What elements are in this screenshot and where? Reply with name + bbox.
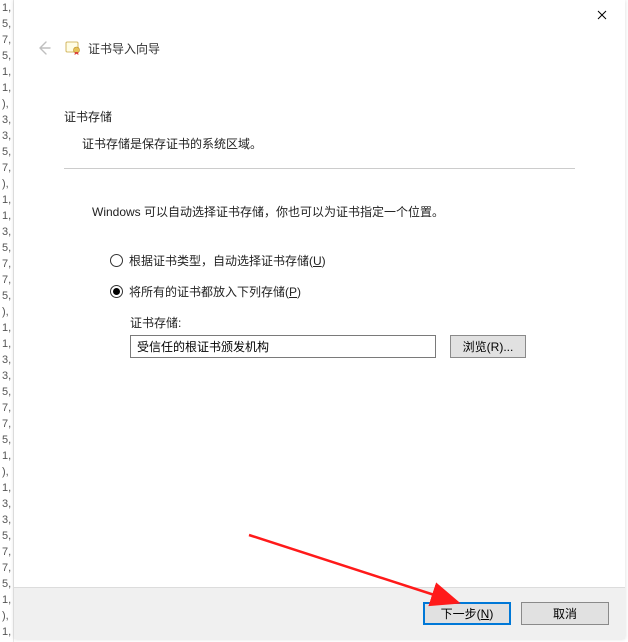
certificate-store-input[interactable]	[130, 335, 436, 358]
radio-auto-select-store[interactable]: 根据证书类型，自动选择证书存储(U)	[110, 252, 575, 269]
background-editor-gutter: 1,5,7,5,1,1,),3,3,5,7,),1,1,3,5,7,7,5,),…	[0, 0, 14, 642]
next-button[interactable]: 下一步(N)	[423, 602, 511, 625]
wizard-header: 证书导入向导	[14, 30, 625, 74]
browse-button[interactable]: 浏览(R)...	[450, 335, 526, 358]
section-heading: 证书存储	[64, 108, 575, 125]
radio-icon	[110, 254, 123, 267]
radio-auto-label: 根据证书类型，自动选择证书存储(U)	[129, 252, 326, 269]
back-button[interactable]	[32, 36, 56, 60]
wizard-content: 证书存储 证书存储是保存证书的系统区域。 Windows 可以自动选择证书存储，…	[14, 74, 625, 587]
radio-place-all-in-store[interactable]: 将所有的证书都放入下列存储(P)	[110, 283, 575, 300]
certificate-store-section: 证书存储: 浏览(R)...	[130, 314, 575, 358]
close-icon	[597, 10, 607, 20]
back-arrow-icon	[35, 39, 53, 57]
radio-group: 根据证书类型，自动选择证书存储(U) 将所有的证书都放入下列存储(P)	[110, 252, 575, 300]
window-close-button[interactable]	[579, 0, 625, 30]
wizard-title: 证书导入向导	[88, 40, 160, 57]
instruction-text: Windows 可以自动选择证书存储，你也可以为证书指定一个位置。	[92, 203, 575, 220]
wizard-window: 证书导入向导 证书存储 证书存储是保存证书的系统区域。 Windows 可以自动…	[14, 0, 625, 639]
section-divider	[64, 168, 575, 169]
certificate-wizard-icon	[64, 39, 82, 57]
cancel-button[interactable]: 取消	[521, 602, 609, 625]
radio-icon	[110, 285, 123, 298]
titlebar	[14, 0, 625, 30]
certificate-store-label: 证书存储:	[130, 314, 575, 331]
radio-manual-label: 将所有的证书都放入下列存储(P)	[129, 283, 301, 300]
section-description: 证书存储是保存证书的系统区域。	[82, 135, 575, 152]
wizard-footer: 下一步(N) 取消	[14, 587, 625, 639]
